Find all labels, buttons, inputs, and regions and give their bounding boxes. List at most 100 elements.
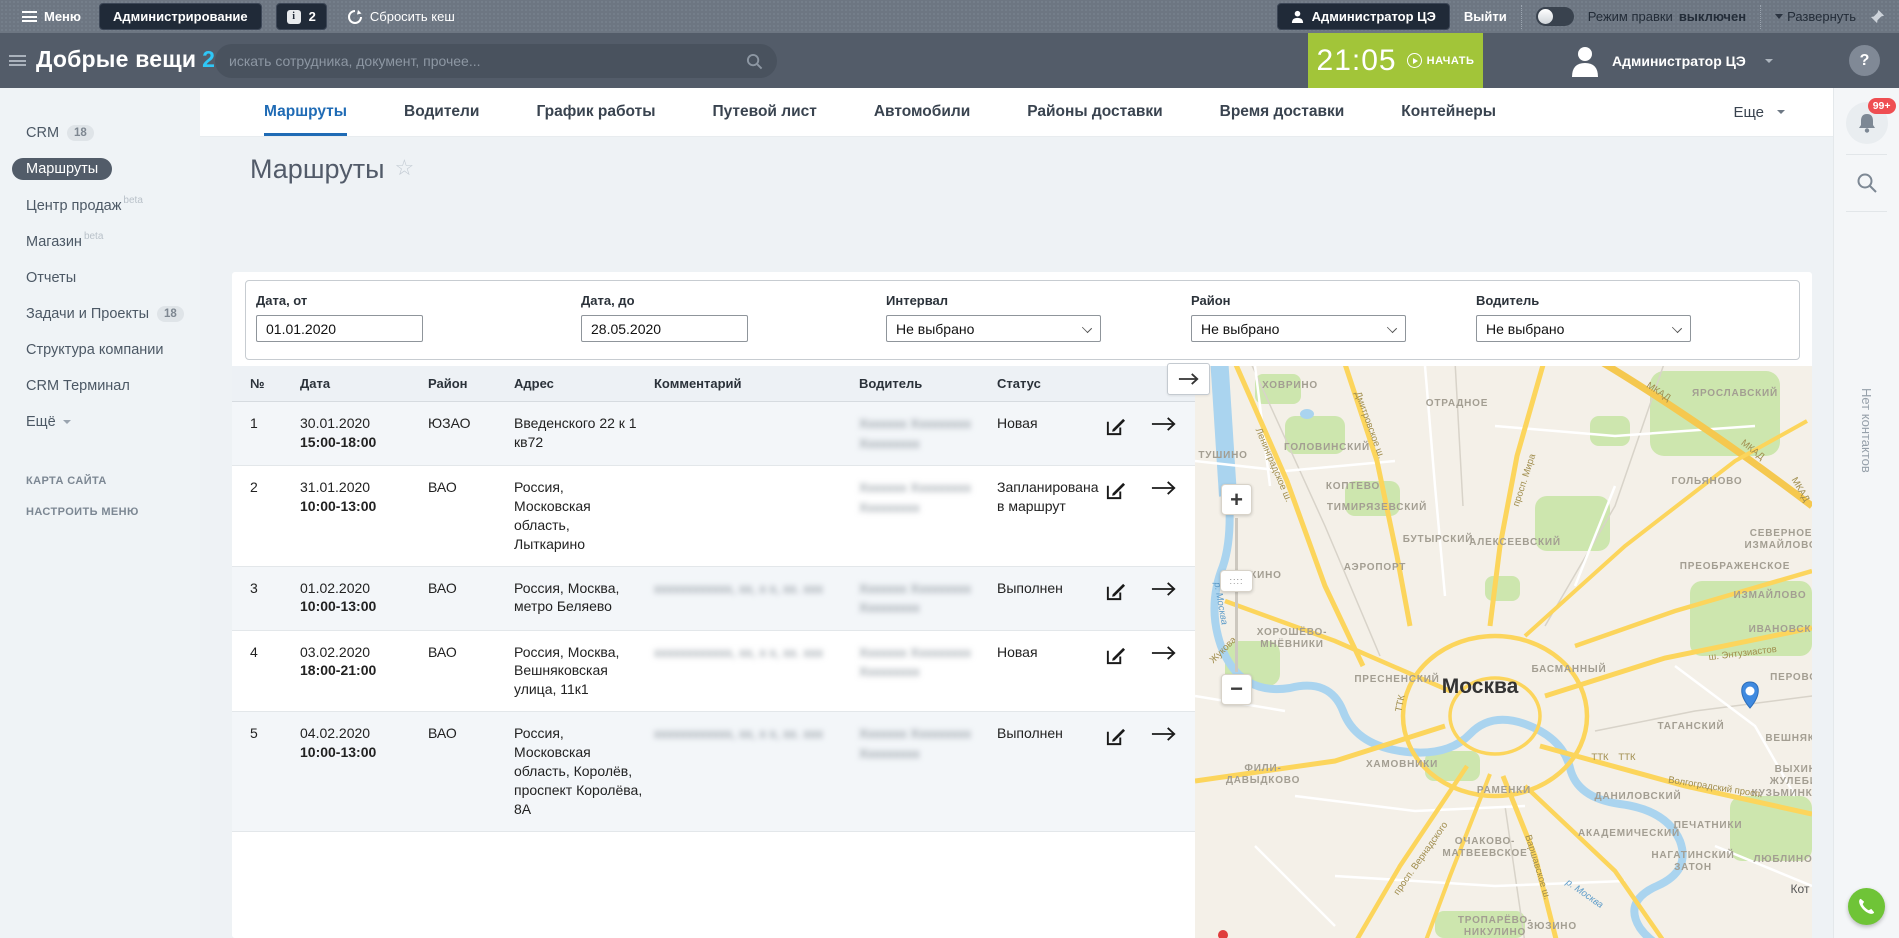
open-route-button[interactable] xyxy=(1151,480,1183,499)
sidebar-item-2[interactable]: Центр продажbeta xyxy=(26,195,200,216)
edit-mode-toggle[interactable] xyxy=(1536,7,1574,26)
expand-button[interactable]: Развернуть xyxy=(1775,9,1856,24)
timer-start-button[interactable]: НАЧАТЬ xyxy=(1407,53,1475,68)
notifications-bell-button[interactable]: 99+ xyxy=(1846,102,1888,144)
table-expand-arrow-button[interactable] xyxy=(1167,363,1210,395)
sidebar-item-0[interactable]: CRM18 xyxy=(26,122,200,143)
map-label: НАГАТИНСКИЙ xyxy=(1651,848,1734,861)
global-search[interactable] xyxy=(215,44,777,78)
filter-label: Дата, от xyxy=(256,293,423,308)
map-label: ЯРОСЛАВСКИЙ xyxy=(1692,386,1778,399)
map-label: ГОЛЬЯНОВО xyxy=(1671,476,1742,487)
hamburger-icon[interactable] xyxy=(9,55,26,66)
tab-4[interactable]: Автомобили xyxy=(874,88,970,136)
sidebar-item-5[interactable]: Задачи и Проекты 18 xyxy=(26,303,200,324)
open-route-button[interactable] xyxy=(1151,416,1183,435)
edit-route-button[interactable] xyxy=(1105,726,1139,750)
work-timer[interactable]: 21:05 НАЧАТЬ xyxy=(1308,33,1483,88)
tab-1[interactable]: Водители xyxy=(404,88,479,136)
cell-driver: Ххххххх ХххххххххХхххххххх xyxy=(859,414,997,453)
sidebar-item-1[interactable]: Маршруты xyxy=(12,158,112,180)
rail-search-button[interactable] xyxy=(1846,165,1888,201)
admin-menu-label: Меню xyxy=(44,9,81,24)
driver-redacted: Ххххххх ХххххххххХхххххххх xyxy=(859,581,971,616)
notifications-badge: 99+ xyxy=(1868,98,1896,114)
map-label: ТТК xyxy=(1618,752,1636,763)
sidebar-item-4[interactable]: Отчеты xyxy=(26,267,200,288)
cell-comment: хххххххххххх, хх, х х, хх. ххх xyxy=(654,643,859,663)
sidebar-footer: КАРТА САЙТА НАСТРОИТЬ МЕНЮ xyxy=(0,447,200,518)
map[interactable]: МоскваХОВРИНООТРАДНОЕГОЛОВИНСКИЙТУШИНОКО… xyxy=(1195,366,1812,938)
tab-7[interactable]: Контейнеры xyxy=(1401,88,1496,136)
avatar xyxy=(1570,45,1600,77)
notifications-button[interactable]: i 2 xyxy=(276,3,327,30)
chevron-down-icon xyxy=(1387,323,1397,333)
admin-menu-button[interactable]: Меню xyxy=(22,9,81,24)
sidebar-item-label: Задачи и Проекты xyxy=(26,306,149,322)
tab-5[interactable]: Районы доставки xyxy=(1027,88,1162,136)
driver-redacted: Ххххххх ХххххххххХхххххххх xyxy=(859,726,971,761)
filter-input-1[interactable]: 28.05.2020 xyxy=(581,315,748,342)
cell-status: Выполнен xyxy=(997,579,1105,598)
arrow-right-icon xyxy=(1151,416,1177,432)
open-route-button[interactable] xyxy=(1151,581,1183,600)
sidebar-item-3[interactable]: Магазинbeta xyxy=(26,231,200,252)
logout-link[interactable]: Выйти xyxy=(1464,9,1507,24)
edit-route-button[interactable] xyxy=(1105,416,1139,440)
filter-select-2[interactable]: Не выбрано xyxy=(886,315,1101,342)
tab-2[interactable]: График работы xyxy=(536,88,655,136)
hamburger-icon xyxy=(22,11,37,22)
open-route-button[interactable] xyxy=(1151,645,1183,664)
edit-route-button[interactable] xyxy=(1105,581,1139,605)
edit-route-button[interactable] xyxy=(1105,645,1139,669)
filter-select-4[interactable]: Не выбрано xyxy=(1476,315,1691,342)
cell-address: Россия, Московская область, Лыткарино xyxy=(514,478,654,554)
reset-cache-button[interactable]: Сбросить кеш xyxy=(347,9,455,25)
filter-input-0[interactable]: 01.01.2020 xyxy=(256,315,423,342)
cell-comment: хххххххххххх, хх, х х, хх. ххх xyxy=(654,579,859,599)
sidebar-footer-link-0[interactable]: КАРТА САЙТА xyxy=(26,475,200,487)
open-route-button[interactable] xyxy=(1151,726,1183,745)
map-label: НИКУЛИНО xyxy=(1464,927,1526,938)
sidebar-item-6[interactable]: Структура компании xyxy=(26,339,200,360)
tab-3[interactable]: Путевой лист xyxy=(712,88,816,136)
tabs-more-button[interactable]: Еще xyxy=(1733,88,1785,136)
map-label: Кот xyxy=(1791,882,1810,896)
sidebar-badge: 18 xyxy=(157,306,184,322)
zoom-in-button[interactable]: + xyxy=(1221,484,1252,515)
edit-route-button[interactable] xyxy=(1105,480,1139,504)
current-user-menu[interactable]: Администратор ЦЭ xyxy=(1570,33,1773,88)
map-label: ЛЮБЛИНО xyxy=(1753,854,1812,865)
administration-button[interactable]: Администрирование xyxy=(99,3,262,30)
zoom-out-button[interactable]: − xyxy=(1221,674,1252,705)
edit-icon xyxy=(1105,416,1126,437)
filter-select-3[interactable]: Не выбрано xyxy=(1191,315,1406,342)
table-row: 231.01.202010:00-13:00ВАОРоссия, Московс… xyxy=(232,466,1195,567)
chevron-down-icon xyxy=(1765,59,1773,63)
zoom-slider-track[interactable] xyxy=(1235,518,1238,672)
map-label: ЗЮЗИНО xyxy=(1527,921,1577,932)
divider xyxy=(1846,154,1887,155)
map-label: ЗАТОН xyxy=(1674,862,1712,873)
app-logo[interactable]: Добрые вещи24 xyxy=(36,46,228,73)
admin-user-button[interactable]: Администратор ЦЭ xyxy=(1277,3,1450,30)
zoom-slider-handle[interactable]: :::: xyxy=(1220,570,1253,592)
table-row: 130.01.202015:00-18:00ЮЗАОВведенского 22… xyxy=(232,402,1195,466)
tabs-more-label: Еще xyxy=(1733,104,1764,121)
pin-icon[interactable] xyxy=(1870,9,1885,24)
telephony-button[interactable] xyxy=(1848,888,1885,925)
sidebar-item-7[interactable]: CRM Терминал xyxy=(26,375,200,396)
map-label: ПЕРОВО xyxy=(1770,672,1812,683)
tab-0[interactable]: Маршруты xyxy=(264,88,347,136)
drag-handle[interactable] xyxy=(0,0,14,33)
tab-6[interactable]: Время доставки xyxy=(1220,88,1345,136)
search-input[interactable] xyxy=(229,53,746,69)
beta-label: beta xyxy=(84,231,103,242)
right-rail: 99+ Нет контактов xyxy=(1833,88,1899,938)
sidebar-footer-link-1[interactable]: НАСТРОИТЬ МЕНЮ xyxy=(26,506,200,518)
favorite-star-icon[interactable]: ☆ xyxy=(394,155,414,181)
sidebar-item-8[interactable]: Ещё xyxy=(26,411,200,432)
admin-top-bar: Меню Администрирование i 2 Сбросить кеш … xyxy=(0,0,1899,33)
help-button[interactable]: ? xyxy=(1849,45,1880,76)
arrow-right-icon xyxy=(1151,645,1177,661)
